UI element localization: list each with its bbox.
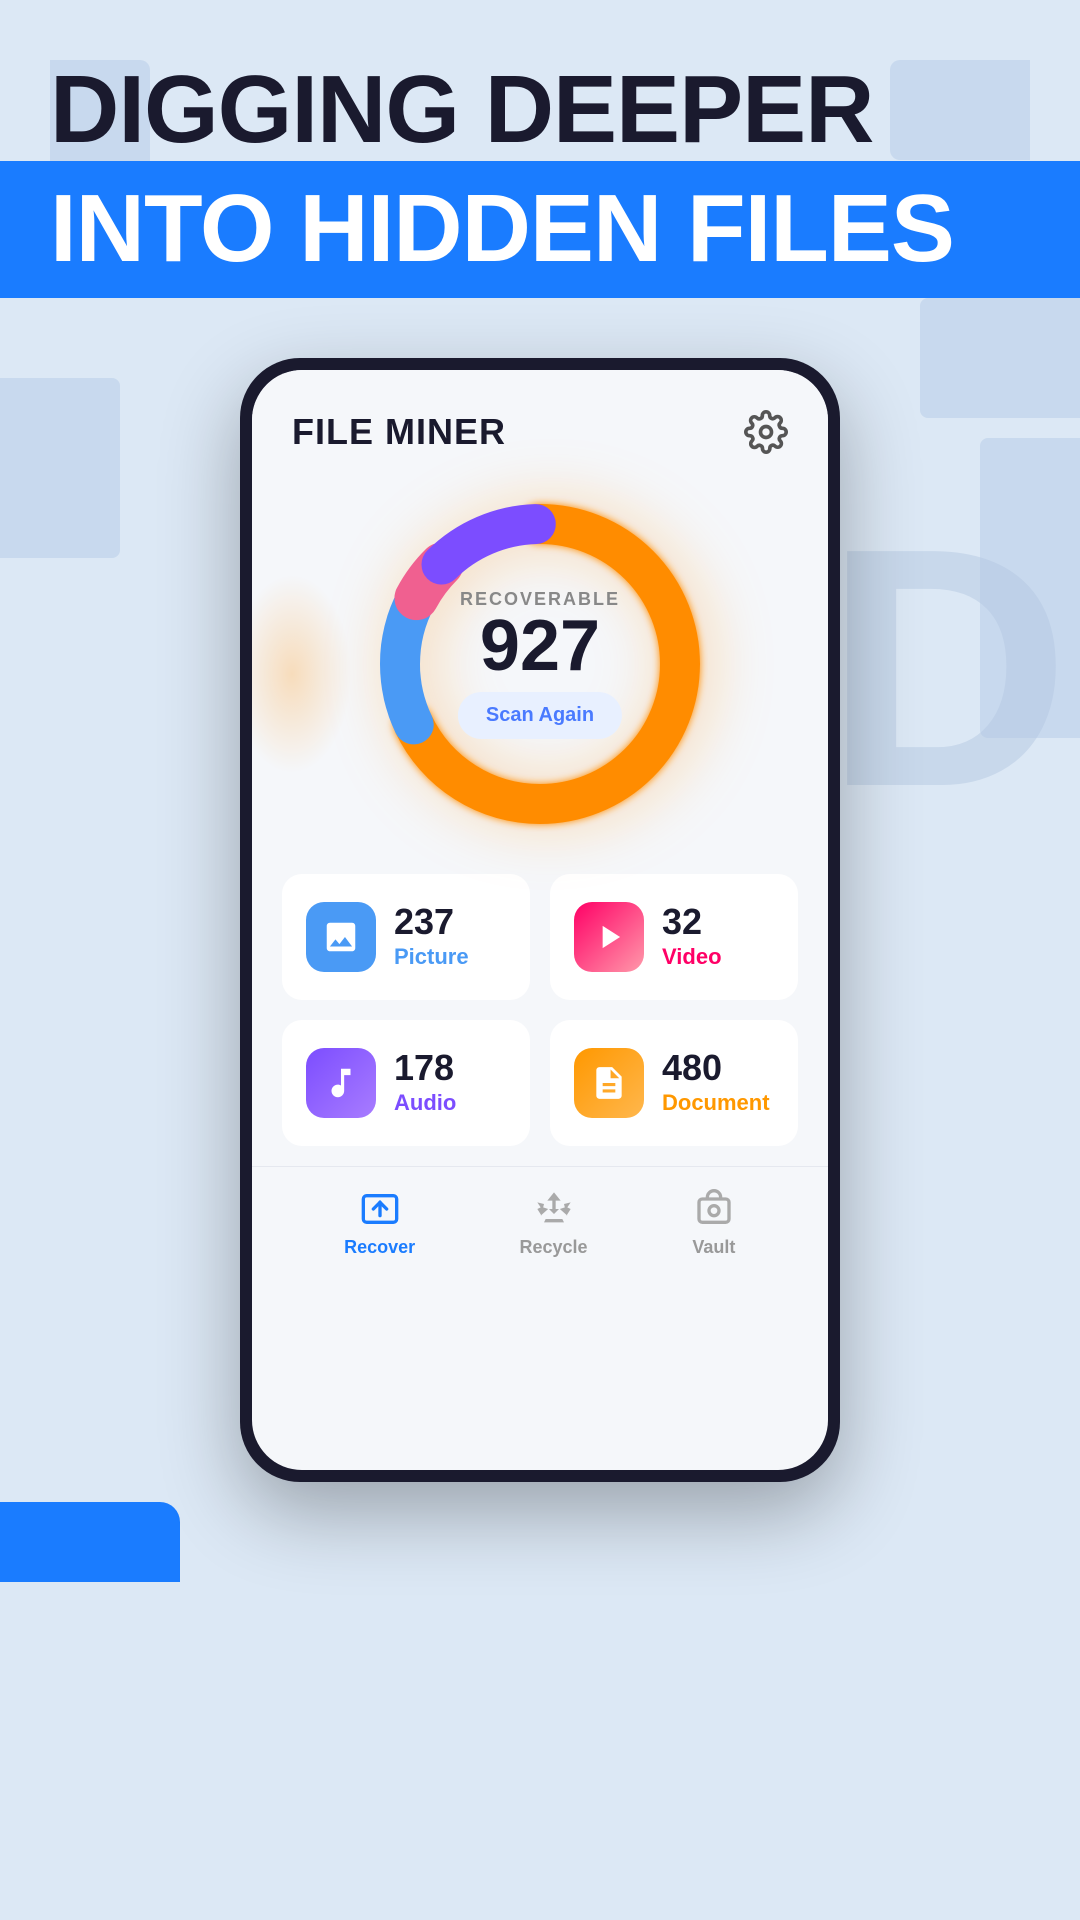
video-icon (574, 902, 644, 972)
header-title-line2: INTO HIDDEN FILES (50, 179, 1030, 280)
bottom-nav: Recover Recycle (252, 1166, 828, 1286)
picture-label: Picture (394, 944, 469, 970)
recover-nav-icon (358, 1187, 402, 1231)
file-card-document[interactable]: 480 Document (550, 1020, 798, 1146)
picture-info: 237 Picture (394, 904, 469, 970)
scan-again-button[interactable]: Scan Again (458, 692, 622, 739)
nav-item-recycle[interactable]: Recycle (519, 1187, 587, 1258)
donut-container: RECOVERABLE 927 Scan Again (370, 494, 710, 834)
picture-icon (306, 902, 376, 972)
audio-label: Audio (394, 1090, 456, 1116)
gear-icon[interactable] (744, 410, 788, 454)
picture-count: 237 (394, 904, 469, 940)
recycle-nav-label: Recycle (519, 1237, 587, 1258)
document-icon (574, 1048, 644, 1118)
bottom-bar-blue (0, 1502, 180, 1582)
document-count: 480 (662, 1050, 770, 1086)
bg-rect-left (0, 378, 120, 558)
orange-glow (252, 574, 352, 774)
recycle-nav-icon (532, 1187, 576, 1231)
video-label: Video (662, 944, 722, 970)
phone-mockup: FILE MINER (240, 358, 840, 1482)
recoverable-count: 927 (458, 610, 622, 682)
recover-nav-label: Recover (344, 1237, 415, 1258)
bg-rect-right-top (920, 298, 1080, 418)
audio-info: 178 Audio (394, 1050, 456, 1116)
file-grid: 237 Picture 32 Video (252, 874, 828, 1166)
document-info: 480 Document (662, 1050, 770, 1116)
phone-area: D FILE MINER (0, 298, 1080, 1482)
audio-count: 178 (394, 1050, 456, 1086)
nav-item-vault[interactable]: Vault (692, 1187, 736, 1258)
document-label: Document (662, 1090, 770, 1116)
donut-center: RECOVERABLE 927 Scan Again (458, 589, 622, 739)
video-info: 32 Video (662, 904, 722, 970)
bottom-bar-outer (0, 1482, 1080, 1582)
audio-icon (306, 1048, 376, 1118)
header-title-line1: DIGGING DEEPER (50, 60, 1030, 161)
phone-screen: FILE MINER (252, 370, 828, 1470)
app-header: FILE MINER (252, 370, 828, 474)
nav-item-recover[interactable]: Recover (344, 1187, 415, 1258)
file-card-picture[interactable]: 237 Picture (282, 874, 530, 1000)
vault-nav-icon (692, 1187, 736, 1231)
file-card-video[interactable]: 32 Video (550, 874, 798, 1000)
video-count: 32 (662, 904, 722, 940)
app-title: FILE MINER (292, 411, 506, 453)
file-card-audio[interactable]: 178 Audio (282, 1020, 530, 1146)
vault-nav-label: Vault (692, 1237, 735, 1258)
watermark: D (824, 498, 1050, 838)
chart-area: RECOVERABLE 927 Scan Again (252, 474, 828, 874)
header-section: DIGGING DEEPER INTO HIDDEN FILES (0, 0, 1080, 298)
